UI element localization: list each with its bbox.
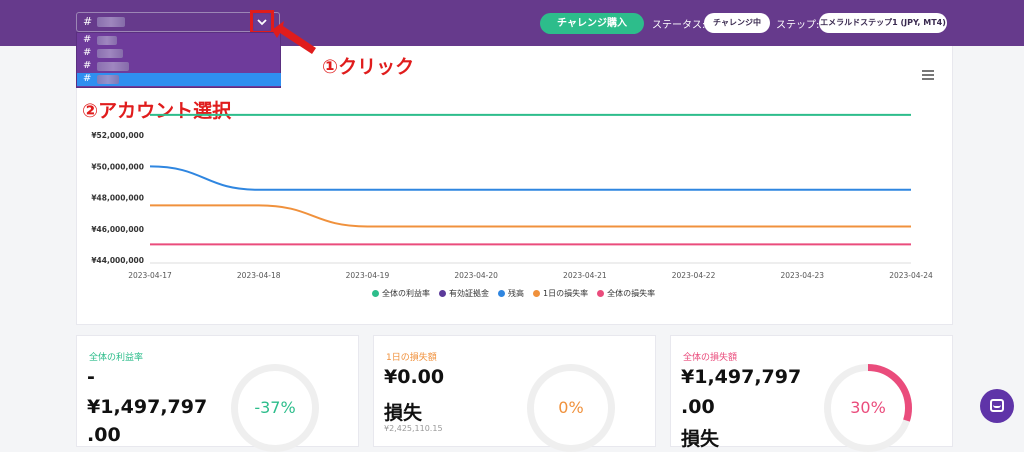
card-line: - [87, 366, 95, 388]
legend-item[interactable]: 1日の損失率 [533, 288, 588, 299]
legend-label: 残高 [508, 289, 524, 298]
x-tick-label: 2023-04-20 [454, 271, 498, 280]
card-total-profit-rate: 全体の利益率 - ¥1,497,797 .00 -37% [76, 335, 359, 452]
card-line: ¥0.00 [384, 366, 445, 388]
legend-item[interactable]: 全体の利益率 [372, 288, 430, 299]
legend-marker [533, 290, 540, 297]
x-tick-label: 2023-04-18 [237, 271, 281, 280]
y-tick-label: ¥50,000,000 [91, 162, 144, 171]
card-title: 1日の損失額 [386, 353, 437, 363]
ring-value: -37% [254, 398, 296, 417]
x-tick-label: 2023-04-21 [563, 271, 607, 280]
card-line: ¥1,497,797 [681, 366, 802, 388]
card-title: 全体の利益率 [89, 353, 144, 363]
ring-value: 30% [850, 398, 886, 417]
legend-item[interactable]: 全体の損失率 [597, 288, 655, 299]
card-line: 損失 [681, 428, 720, 450]
ring-value: 0% [558, 398, 584, 417]
y-tick-label: ¥46,000,000 [91, 225, 144, 234]
y-tick-label: ¥44,000,000 [91, 256, 144, 265]
legend-label: 有効証拠金 [449, 289, 489, 298]
card-daily-loss: 1日の損失額 ¥0.00 損失 ¥2,425,110.15 0% [373, 335, 656, 452]
legend-label: 全体の損失率 [607, 289, 656, 298]
legend-item[interactable]: 有効証拠金 [439, 288, 489, 299]
y-tick-label: ¥52,000,000 [91, 131, 144, 140]
x-tick-label: 2023-04-22 [672, 271, 716, 280]
legend-item[interactable]: 残高 [498, 288, 524, 299]
card-title: 全体の損失額 [683, 353, 738, 363]
x-tick-label: 2023-04-17 [128, 271, 172, 280]
card-line: .00 [87, 424, 121, 446]
x-tick-label: 2023-04-24 [889, 271, 933, 280]
series-line-残高 [149, 165, 911, 191]
card-line: 損失 [384, 402, 423, 424]
card-subvalue: ¥2,425,110.15 [384, 424, 443, 433]
y-tick-label: ¥48,000,000 [91, 194, 144, 203]
x-tick-label: 2023-04-23 [780, 271, 824, 280]
card-line: ¥1,497,797 [87, 396, 208, 418]
chart-legend: 全体の利益率 有効証拠金 残高 1日の損失率 全体の損失率 [372, 288, 664, 299]
series-line-1日の損失率 [150, 204, 911, 228]
chat-launcher-button[interactable] [980, 389, 1014, 423]
legend-marker [498, 290, 505, 297]
legend-label: 全体の利益率 [382, 289, 430, 298]
card-total-loss: 全体の損失額 ¥1,497,797 .00 損失 30% [670, 335, 953, 452]
x-tick-label: 2023-04-19 [346, 271, 390, 280]
legend-marker [597, 290, 605, 297]
card-line: .00 [681, 396, 715, 418]
legend-marker [439, 290, 446, 297]
legend-marker [372, 290, 379, 297]
legend-label: 1日の損失率 [543, 289, 589, 298]
